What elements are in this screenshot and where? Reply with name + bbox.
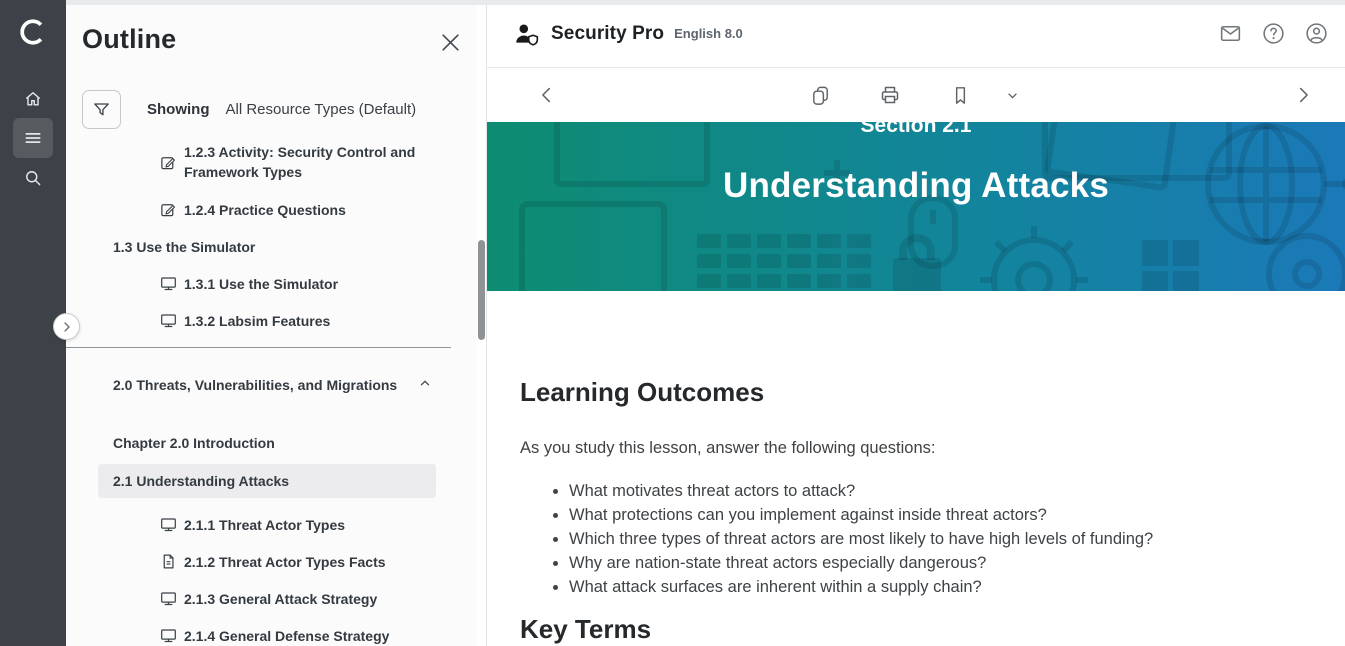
lesson-toolbar xyxy=(487,68,1345,122)
page-top-strip xyxy=(66,0,1345,5)
outline-item[interactable]: 2.1.2 Threat Actor Types Facts xyxy=(66,543,477,580)
banner-section-label: Section 2.1 xyxy=(487,122,1345,138)
main-panel: Security Pro English 8.0 xyxy=(486,0,1345,646)
outline-item-label: 2.1.4 General Defense Strategy xyxy=(184,626,389,646)
filter-showing-label: Showing xyxy=(147,101,210,118)
outline-item-label: 1.3.1 Use the Simulator xyxy=(184,274,338,294)
brand-logo[interactable] xyxy=(0,17,66,52)
outline-item-label: 2.1 Understanding Attacks xyxy=(113,471,289,491)
search-icon xyxy=(23,168,43,188)
outline-item[interactable]: Chapter 2.0 Introduction xyxy=(66,424,477,461)
outline-menu-button[interactable] xyxy=(13,118,53,158)
chevron-right-icon xyxy=(61,321,73,333)
outline-item-label: Chapter 2.0 Introduction xyxy=(113,433,275,453)
home-button[interactable] xyxy=(13,79,53,119)
course-header: Security Pro English 8.0 xyxy=(487,0,1345,68)
edit-icon xyxy=(160,154,177,171)
outline-divider xyxy=(66,347,451,348)
question-item: Why are nation-state threat actors espec… xyxy=(569,551,1305,575)
bookmark-menu-button[interactable] xyxy=(1000,83,1024,107)
outline-item[interactable]: 1.3.2 Labsim Features xyxy=(66,302,477,339)
monitor-icon xyxy=(160,312,177,329)
section-banner: Section 2.1 Understanding Attacks xyxy=(487,122,1345,291)
lesson-content: Learning Outcomes As you study this less… xyxy=(487,377,1345,645)
outline-item-label: 2.1.2 Threat Actor Types Facts xyxy=(184,552,386,572)
copy-icon xyxy=(809,84,832,107)
outline-tree: 1.2.3 Activity: Security Control and Fra… xyxy=(66,133,477,646)
monitor-icon xyxy=(160,275,177,292)
document-icon xyxy=(160,553,177,570)
outline-item-label: 2.0 Threats, Vulnerabilities, and Migrat… xyxy=(113,375,397,395)
chevron-left-icon xyxy=(536,84,558,106)
close-icon xyxy=(440,32,461,53)
copy-button[interactable] xyxy=(808,83,832,107)
filter-row: Showing All Resource Types (Default) xyxy=(82,90,416,129)
chevron-down-icon xyxy=(1004,87,1021,104)
outline-item-label: 1.2.4 Practice Questions xyxy=(184,200,346,220)
edit-icon xyxy=(160,201,177,218)
question-item: What protections can you implement again… xyxy=(569,503,1305,527)
outline-item-label: 2.1.3 General Attack Strategy xyxy=(184,589,377,609)
outline-item-label: 1.3 Use the Simulator xyxy=(113,237,255,257)
outline-item[interactable]: 1.2.4 Practice Questions xyxy=(66,191,477,228)
filter-button[interactable] xyxy=(82,90,121,129)
course-title: Security Pro xyxy=(551,23,664,45)
print-icon xyxy=(878,83,902,107)
learning-outcomes-heading: Learning Outcomes xyxy=(520,377,1305,408)
account-icon xyxy=(1304,21,1329,46)
question-list: What motivates threat actors to attack?W… xyxy=(520,479,1305,599)
outline-scrollbar-thumb[interactable] xyxy=(478,240,485,340)
monitor-icon xyxy=(160,590,177,607)
outline-scrollbar-track[interactable] xyxy=(477,5,486,646)
outline-item[interactable]: 2.1.1 Threat Actor Types xyxy=(66,506,477,543)
monitor-icon xyxy=(160,516,177,533)
home-icon xyxy=(23,89,43,109)
outline-item-label: 2.1.1 Threat Actor Types xyxy=(184,515,345,535)
header-icons xyxy=(1217,21,1329,47)
outline-item[interactable]: 2.0 Threats, Vulnerabilities, and Migrat… xyxy=(66,356,477,414)
outline-item-label: 1.3.2 Labsim Features xyxy=(184,311,330,331)
mail-button[interactable] xyxy=(1217,21,1243,47)
c-logo-icon xyxy=(18,17,48,47)
outline-panel: Outline Showing All Resource Types (Defa… xyxy=(66,0,486,646)
print-button[interactable] xyxy=(878,83,902,107)
filter-value-label[interactable]: All Resource Types (Default) xyxy=(226,101,417,118)
mail-icon xyxy=(1218,21,1243,46)
lesson-intro-text: As you study this lesson, answer the fol… xyxy=(520,439,1305,458)
next-page-button[interactable] xyxy=(1291,83,1315,107)
previous-page-button[interactable] xyxy=(535,83,559,107)
help-button[interactable] xyxy=(1260,21,1286,47)
app-window: Outline Showing All Resource Types (Defa… xyxy=(0,0,1345,646)
outline-item[interactable]: 2.1 Understanding Attacks xyxy=(98,464,436,498)
question-item: What attack surfaces are inherent within… xyxy=(569,575,1305,599)
outline-item[interactable]: 1.3 Use the Simulator xyxy=(66,228,477,265)
chevron-up-icon[interactable] xyxy=(418,376,432,395)
bookmark-button[interactable] xyxy=(948,83,972,107)
monitor-icon xyxy=(160,627,177,644)
outline-close-button[interactable] xyxy=(437,29,463,55)
question-item: Which three types of threat actors are m… xyxy=(569,527,1305,551)
banner-pattern xyxy=(487,122,1345,291)
search-button[interactable] xyxy=(13,158,53,198)
panel-expand-button[interactable] xyxy=(53,313,80,340)
outline-panel-title: Outline xyxy=(82,24,176,55)
banner-title: Understanding Attacks xyxy=(487,166,1345,206)
chevron-right-icon xyxy=(1292,84,1314,106)
course-version: English 8.0 xyxy=(674,26,743,41)
filter-icon xyxy=(92,100,111,119)
outline-item[interactable]: 2.1.3 General Attack Strategy xyxy=(66,580,477,617)
user-shield-icon xyxy=(513,21,541,47)
menu-icon xyxy=(23,128,43,148)
question-item: What motivates threat actors to attack? xyxy=(569,479,1305,503)
account-button[interactable] xyxy=(1303,21,1329,47)
key-terms-heading: Key Terms xyxy=(520,614,1305,645)
help-icon xyxy=(1261,21,1286,46)
outline-item[interactable]: 2.1.4 General Defense Strategy xyxy=(66,617,477,646)
outline-item-label: 1.2.3 Activity: Security Control and Fra… xyxy=(184,142,436,182)
outline-item[interactable]: 1.3.1 Use the Simulator xyxy=(66,265,477,302)
bookmark-icon xyxy=(949,84,972,107)
toolbar-center-group xyxy=(808,83,1024,107)
outline-item[interactable]: 1.2.3 Activity: Security Control and Fra… xyxy=(66,133,477,191)
